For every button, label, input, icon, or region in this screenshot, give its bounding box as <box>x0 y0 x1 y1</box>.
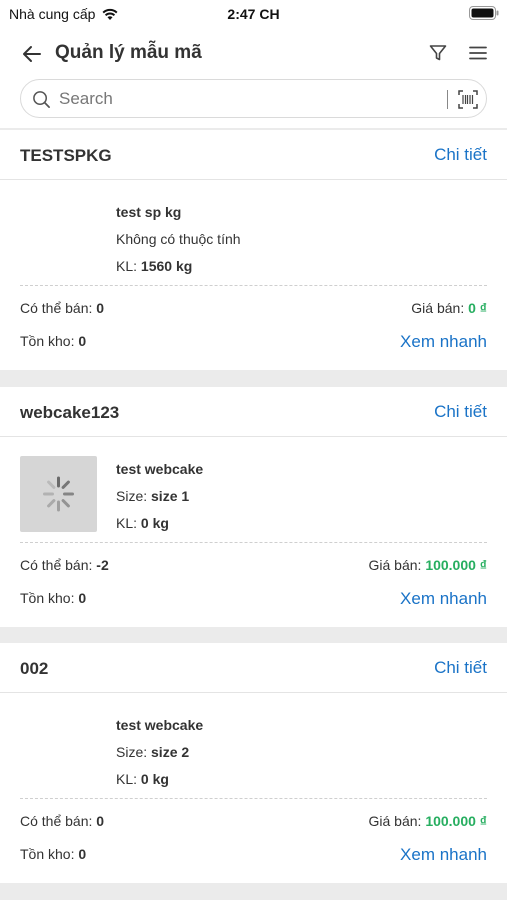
price-label: Giá bán: <box>411 300 465 316</box>
card-header: webcake123 Chi tiết <box>0 387 507 437</box>
search-bar <box>20 79 487 118</box>
loading-spinner-icon <box>43 476 74 512</box>
search-divider <box>447 90 448 109</box>
product-attribute: Không có thuộc tính <box>116 231 241 247</box>
stock-qty: Tồn kho: 0 <box>20 590 86 606</box>
stock-value: 0 <box>78 333 87 349</box>
product-info: test webcake Size: size 1 KL: 0 kg <box>116 461 203 542</box>
card-header: TESTSPKG Chi tiết <box>0 130 507 180</box>
available-label: Có thể bán: <box>20 300 93 316</box>
divider <box>20 542 487 543</box>
stock-qty: Tồn kho: 0 <box>20 333 86 349</box>
product-info: test sp kg Không có thuộc tính KL: 1560 … <box>116 204 241 285</box>
price-value: 0 ₫ <box>468 300 487 316</box>
status-bar: Nhà cung cấp 2:47 CH <box>0 0 507 30</box>
card-body: test sp kg Không có thuộc tính KL: 1560 … <box>0 180 507 369</box>
stock-value: 0 <box>78 846 87 862</box>
card-body: test webcake Size: size 1 KL: 0 kg Có th… <box>0 437 507 626</box>
menu-icon[interactable] <box>468 43 488 63</box>
weight-value: 0 kg <box>140 515 169 531</box>
product-name: test sp kg <box>116 204 182 220</box>
product-weight: KL: 0 kg <box>116 771 203 798</box>
weight-label: KL: <box>116 515 138 531</box>
available-label: Có thể bán: <box>20 813 93 829</box>
stock-qty: Tồn kho: 0 <box>20 846 86 862</box>
app-header: Quản lý mẫu mã <box>0 30 507 128</box>
product-attribute: Size: size 1 <box>116 488 203 515</box>
attribute-value: size 1 <box>151 488 190 504</box>
available-qty: Có thể bán: -2 <box>20 557 109 573</box>
attribute-label: Size: <box>116 488 148 504</box>
quick-view-link[interactable]: Xem nhanh <box>400 589 487 609</box>
product-attribute: Size: size 2 <box>116 744 203 771</box>
product-card: webcake123 Chi tiết test webcake Size: s… <box>0 387 507 627</box>
weight-value: 0 kg <box>140 771 169 787</box>
price-label: Giá bán: <box>368 557 422 573</box>
stock-label: Tồn kho: <box>20 590 75 606</box>
clock: 2:47 CH <box>227 6 280 22</box>
search-input[interactable] <box>59 88 439 110</box>
detail-link[interactable]: Chi tiết <box>434 658 487 678</box>
weight-label: KL: <box>116 771 138 787</box>
search-icon <box>33 91 50 108</box>
detail-link[interactable]: Chi tiết <box>434 145 487 165</box>
product-weight: KL: 1560 kg <box>116 258 241 285</box>
product-sku: TESTSPKG <box>20 146 112 165</box>
divider <box>20 285 487 286</box>
product-card: TESTSPKG Chi tiết test sp kg Không có th… <box>0 130 507 370</box>
arrow-left-icon[interactable] <box>20 42 44 66</box>
attribute-value: size 2 <box>151 744 190 760</box>
detail-link[interactable]: Chi tiết <box>434 402 487 422</box>
product-weight: KL: 0 kg <box>116 515 203 542</box>
product-sku: 002 <box>20 659 49 678</box>
weight-value: 1560 kg <box>140 258 193 274</box>
available-value: -2 <box>96 557 109 573</box>
card-header: 002 Chi tiết <box>0 643 507 693</box>
attribute-label: Size: <box>116 744 148 760</box>
filter-icon[interactable] <box>428 43 448 63</box>
stock-label: Tồn kho: <box>20 846 75 862</box>
price: Giá bán: 0 ₫ <box>411 300 487 316</box>
product-name: test webcake <box>116 717 204 733</box>
price: Giá bán: 100.000 ₫ <box>368 813 487 829</box>
product-sku: webcake123 <box>20 403 120 422</box>
price-value: 100.000 ₫ <box>425 557 487 573</box>
price-value: 100.000 ₫ <box>425 813 487 829</box>
product-image <box>20 456 97 532</box>
available-qty: Có thể bán: 0 <box>20 300 104 316</box>
product-name: test webcake <box>116 461 204 477</box>
available-value: 0 <box>96 813 105 829</box>
price: Giá bán: 100.000 ₫ <box>368 557 487 573</box>
card-body: test webcake Size: size 2 KL: 0 kg Có th… <box>0 693 507 882</box>
page-title: Quản lý mẫu mã <box>55 42 202 63</box>
battery-icon <box>469 6 499 20</box>
product-card: 002 Chi tiết test webcake Size: size 2 K… <box>0 643 507 883</box>
quick-view-link[interactable]: Xem nhanh <box>400 845 487 865</box>
weight-label: KL: <box>116 258 138 274</box>
quick-view-link[interactable]: Xem nhanh <box>400 332 487 352</box>
stock-value: 0 <box>78 590 87 606</box>
stock-label: Tồn kho: <box>20 333 75 349</box>
price-label: Giá bán: <box>368 813 422 829</box>
product-info: test webcake Size: size 2 KL: 0 kg <box>116 717 203 798</box>
barcode-scan-icon[interactable] <box>458 90 478 109</box>
available-label: Có thể bán: <box>20 557 93 573</box>
available-value: 0 <box>96 300 105 316</box>
divider <box>20 798 487 799</box>
available-qty: Có thể bán: 0 <box>20 813 104 829</box>
